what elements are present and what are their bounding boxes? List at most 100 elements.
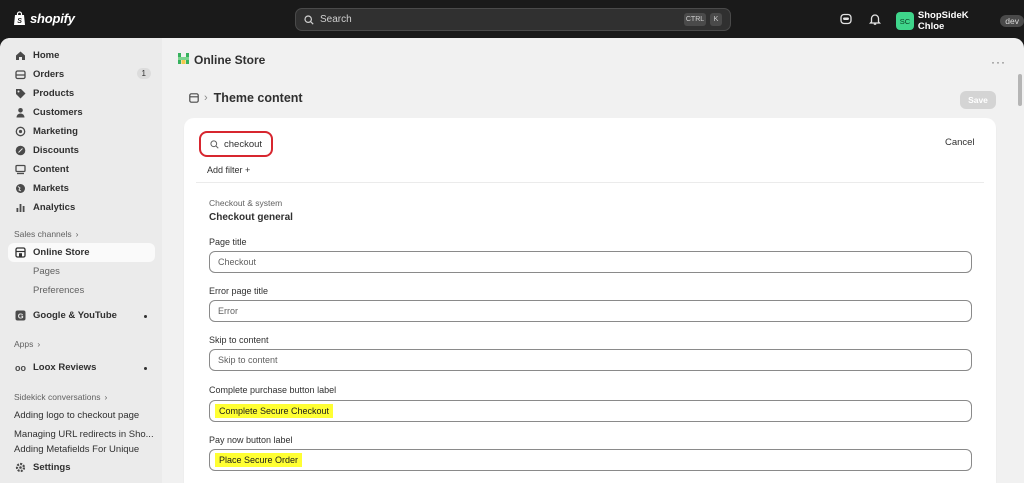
top-bar: S shopify Search CTRL K SC ShopSideK Chl… xyxy=(0,0,1024,38)
cancel-button[interactable]: Cancel xyxy=(945,137,975,148)
sidebar-item-preferences[interactable]: Preferences xyxy=(8,281,155,300)
sidebar-item-label: Orders xyxy=(33,69,65,80)
google-icon: G xyxy=(15,310,26,321)
dev-badge: dev xyxy=(1000,15,1024,27)
shopify-bag-icon: S xyxy=(14,11,25,25)
theme-editor-icon[interactable] xyxy=(189,93,199,103)
global-search-input[interactable]: Search CTRL K xyxy=(295,8,731,31)
sidebar-item-customers[interactable]: Customers xyxy=(8,103,155,122)
conversation-item[interactable]: Adding logo to checkout page xyxy=(8,406,155,425)
kbd-ctrl: CTRL xyxy=(684,13,706,26)
chevron-right-icon: › xyxy=(75,228,79,239)
sidebar-item-content[interactable]: Content xyxy=(8,160,155,179)
kbd-k: K xyxy=(710,13,722,26)
field-value: Error xyxy=(218,306,238,316)
error-page-title-field[interactable]: Error xyxy=(209,300,972,322)
conversation-label: Adding Metafields For Unique xyxy=(14,444,140,454)
chevron-right-icon: › xyxy=(37,338,41,349)
sidebar-item-label: Customers xyxy=(33,107,83,118)
conversation-label: Managing URL redirects in Sho... xyxy=(14,429,154,440)
sidebar-item-home[interactable]: Home xyxy=(8,46,155,65)
sidebar-section-label: Apps xyxy=(14,338,34,349)
sidebar-item-label: Analytics xyxy=(33,202,76,213)
sidekick-conversations-heading[interactable]: Sidekick conversations › xyxy=(8,387,155,406)
gear-icon xyxy=(15,462,26,473)
page-title-field[interactable]: Checkout xyxy=(209,251,972,273)
sidebar-item-loox-reviews[interactable]: oo Loox Reviews xyxy=(8,358,155,377)
sidebar-item-label: Online Store xyxy=(33,247,90,258)
pay-now-button-label-field[interactable]: Place Secure Order xyxy=(209,449,972,471)
user-name: ShopSideK Chloe xyxy=(917,10,969,32)
field-label-page-title: Page title xyxy=(209,237,247,247)
tag-icon xyxy=(15,88,26,99)
field-label-complete-purchase: Complete purchase button label xyxy=(209,385,337,395)
target-icon xyxy=(15,126,26,137)
page-title-text: Online Store xyxy=(194,53,266,67)
field-value-highlighted: Place Secure Order xyxy=(215,453,303,467)
sidebar-item-markets[interactable]: Markets xyxy=(8,179,155,198)
filter-search-value: checkout xyxy=(224,138,263,150)
search-placeholder: Search xyxy=(320,14,352,25)
chevron-right-icon: › xyxy=(104,391,108,402)
conversation-label: Adding logo to checkout page xyxy=(14,410,140,421)
sidebar-item-google-youtube[interactable]: G Google & YouTube xyxy=(8,306,155,325)
save-button[interactable]: Save xyxy=(960,91,996,109)
sidebar-item-label: Settings xyxy=(33,462,71,473)
filter-search-input[interactable]: checkout xyxy=(199,131,273,157)
scrollbar[interactable] xyxy=(1018,74,1022,106)
svg-text:G: G xyxy=(18,311,24,320)
search-icon xyxy=(304,14,314,25)
conversation-item[interactable]: Managing URL redirects in Sho... xyxy=(8,425,155,444)
sidebar-item-discounts[interactable]: Discounts xyxy=(8,141,155,160)
field-label-error-page-title: Error page title xyxy=(209,286,269,296)
skip-to-content-field[interactable]: Skip to content xyxy=(209,349,972,371)
complete-purchase-button-label-field[interactable]: Complete Secure Checkout xyxy=(209,400,972,422)
sidebar-item-label: Home xyxy=(33,50,60,61)
sidebar-item-label: Discounts xyxy=(33,145,79,156)
sidebar-section-label: Sidekick conversations xyxy=(14,391,101,402)
sidebar-item-label: Marketing xyxy=(33,126,78,137)
content-icon xyxy=(15,164,26,175)
shopify-logo[interactable]: S shopify xyxy=(13,11,75,26)
field-value-highlighted: Complete Secure Checkout xyxy=(215,404,334,418)
sidebar-item-orders[interactable]: Orders 1 xyxy=(8,65,155,84)
conversation-item[interactable]: Adding Metafields For Unique xyxy=(8,444,155,454)
admin-shell: Home Orders 1 Products Customers Marketi… xyxy=(0,38,1024,483)
sidebar-item-label: Google & YouTube xyxy=(33,310,117,321)
sidebar-item-pages[interactable]: Pages xyxy=(8,262,155,281)
sales-channels-heading[interactable]: Sales channels › xyxy=(8,224,155,243)
field-label-skip-to-content: Skip to content xyxy=(209,335,269,345)
more-actions-icon[interactable]: ··· xyxy=(991,55,1006,69)
globe-icon xyxy=(15,183,26,194)
sidebar-item-settings[interactable]: Settings xyxy=(8,458,155,477)
discount-icon xyxy=(15,145,26,156)
user-menu[interactable]: SC ShopSideK Chloe dev xyxy=(896,10,1024,32)
bell-icon[interactable] xyxy=(868,12,882,26)
breadcrumb-current: Theme content xyxy=(213,91,303,105)
search-icon xyxy=(210,139,219,149)
breadcrumb: › Theme content xyxy=(189,91,303,105)
group-title: Checkout general xyxy=(209,212,293,223)
sidebar: Home Orders 1 Products Customers Marketi… xyxy=(0,38,162,483)
bar-chart-icon xyxy=(15,202,26,213)
sidebar-item-label: Products xyxy=(33,88,75,99)
page-title: Online Store xyxy=(177,52,265,68)
unread-dot xyxy=(144,315,147,318)
group-label: Checkout & system xyxy=(209,198,283,208)
avatar: SC xyxy=(896,12,914,30)
divider xyxy=(196,182,984,183)
field-value: Checkout xyxy=(218,257,257,267)
storefront-icon xyxy=(15,247,26,258)
brand-name: shopify xyxy=(30,11,75,26)
sidebar-item-analytics[interactable]: Analytics xyxy=(8,198,155,217)
sidebar-item-label: Pages xyxy=(33,266,60,277)
theme-content-card: checkout Cancel Add filter + Checkout & … xyxy=(184,118,996,483)
field-label-pay-now: Pay now button label xyxy=(209,435,293,445)
orders-icon xyxy=(15,69,26,80)
sidebar-item-marketing[interactable]: Marketing xyxy=(8,122,155,141)
sidebar-item-online-store[interactable]: Online Store xyxy=(8,243,155,262)
add-filter-button[interactable]: Add filter + xyxy=(207,165,250,175)
sidekick-icon[interactable] xyxy=(839,12,853,26)
sidebar-item-products[interactable]: Products xyxy=(8,84,155,103)
apps-heading[interactable]: Apps › xyxy=(8,334,155,353)
